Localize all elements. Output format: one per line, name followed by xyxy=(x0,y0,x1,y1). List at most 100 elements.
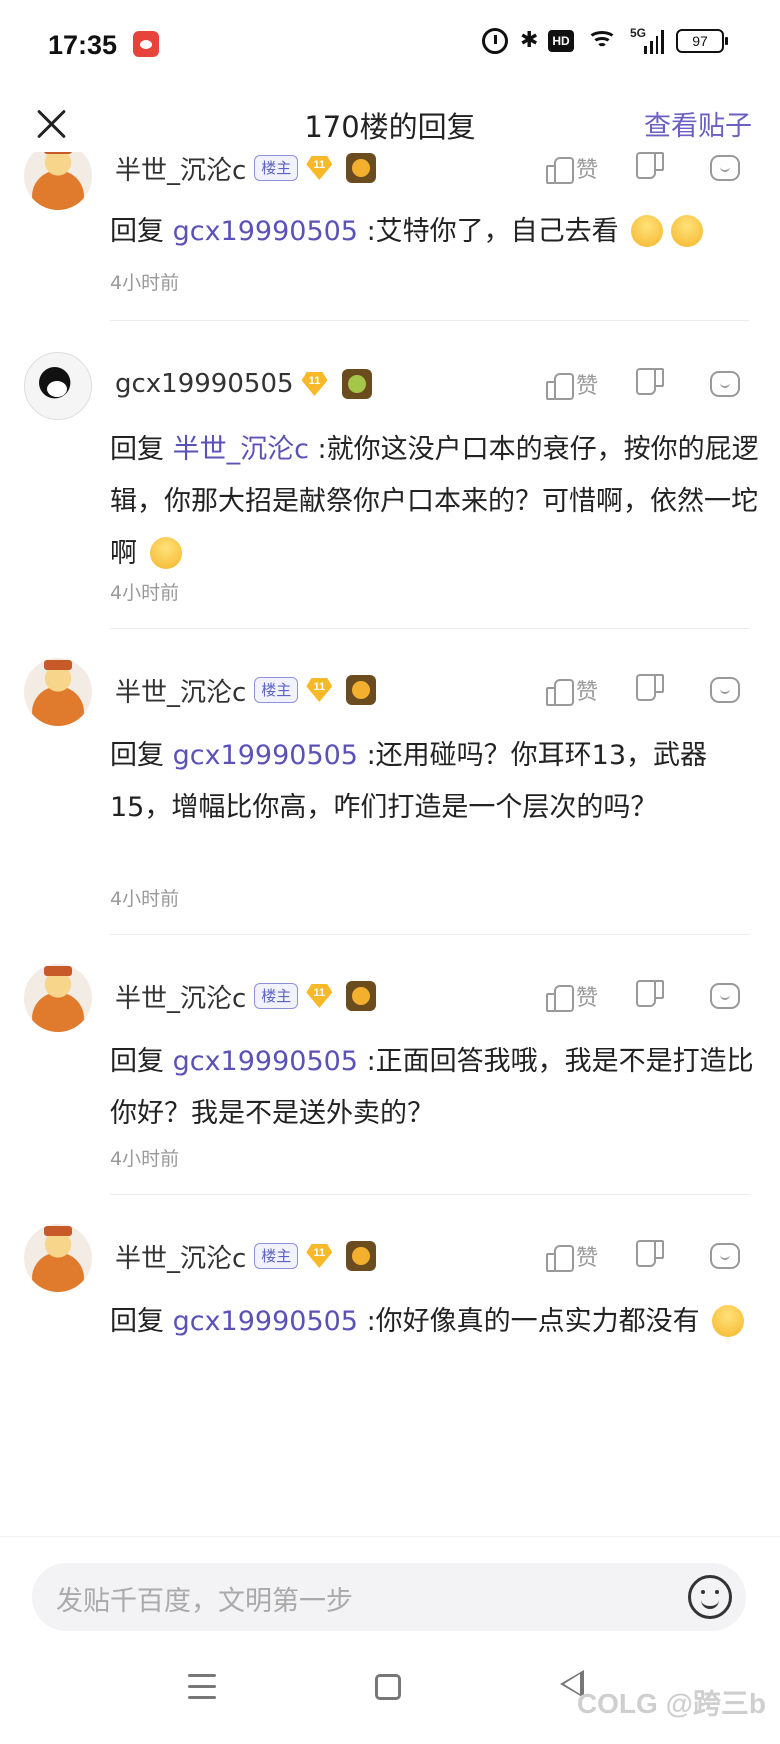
laughing-emoji-icon xyxy=(671,214,704,247)
reply-actions: 赞 xyxy=(544,670,740,710)
network-type-label: 5G xyxy=(630,26,647,40)
reply-actions: 赞 xyxy=(544,976,740,1016)
emoji-picker-icon[interactable] xyxy=(688,1575,732,1619)
reply-list[interactable]: 半世_沉沦c 楼主 11 赞 回复 gcx19990505 :艾特你了，自己去看… xyxy=(0,152,780,1536)
mention-link[interactable]: gcx19990505 xyxy=(173,1306,358,1337)
mention-link[interactable]: gcx19990505 xyxy=(173,216,358,247)
reply-time: 4小时前 xyxy=(110,1148,180,1170)
level-number: 11 xyxy=(313,1247,326,1259)
thumb-down-icon[interactable] xyxy=(638,676,666,704)
status-bar: 17:35 ✱ HD 5G 97 xyxy=(0,0,780,92)
username[interactable]: 半世_沉沦c xyxy=(115,672,246,709)
thumb-up-icon xyxy=(544,982,574,1012)
reply-prefix: 回复 xyxy=(110,216,173,247)
like-label: 赞 xyxy=(575,1246,598,1271)
user-info: 半世_沉沦c 楼主 11 xyxy=(115,152,377,188)
thumb-down-icon[interactable] xyxy=(638,154,666,182)
like-button[interactable]: 赞 xyxy=(544,980,598,1012)
medal-icon xyxy=(341,369,372,399)
like-button[interactable]: 赞 xyxy=(544,1240,598,1272)
menu-icon[interactable] xyxy=(188,1674,216,1700)
reply-prefix: 回复 xyxy=(110,1046,173,1077)
level-badge-icon: 11 xyxy=(306,1244,332,1268)
medal-icon xyxy=(346,981,377,1011)
comment-icon[interactable] xyxy=(710,371,740,397)
username[interactable]: 半世_沉沦c xyxy=(115,978,246,1015)
avatar[interactable] xyxy=(24,1224,92,1292)
avatar[interactable] xyxy=(24,152,92,210)
owner-badge: 楼主 xyxy=(254,1243,299,1269)
username[interactable]: gcx19990505 xyxy=(115,369,294,399)
reply-actions: 赞 xyxy=(544,364,740,404)
level-badge-icon: 11 xyxy=(302,372,328,396)
reply-time: 4小时前 xyxy=(110,582,180,604)
laughing-emoji-icon xyxy=(149,536,182,569)
bluetooth-icon: ✱ xyxy=(520,28,539,53)
reply-content[interactable]: 回复 gcx19990505 :你好像真的一点实力都没有 xyxy=(110,1296,760,1348)
username[interactable]: 半世_沉沦c xyxy=(115,1238,246,1275)
laughing-emoji-icon xyxy=(631,214,664,247)
comment-icon[interactable] xyxy=(710,983,740,1009)
comment-icon[interactable] xyxy=(710,155,740,181)
divider xyxy=(110,320,750,321)
close-icon[interactable] xyxy=(32,104,72,144)
like-button[interactable]: 赞 xyxy=(544,368,598,400)
home-icon[interactable] xyxy=(375,1674,401,1700)
level-number: 11 xyxy=(313,987,326,999)
reply-content[interactable]: 回复 gcx19990505 :艾特你了，自己去看 xyxy=(110,206,760,258)
thumb-down-icon[interactable] xyxy=(638,982,666,1010)
battery-icon: 97 xyxy=(676,29,728,53)
reply-prefix: 回复 xyxy=(110,1306,173,1337)
thumb-up-icon xyxy=(544,1242,574,1272)
reply-time: 4小时前 xyxy=(110,888,180,910)
reply-input[interactable]: 发贴千百度，文明第一步 xyxy=(32,1563,746,1631)
thumb-down-icon[interactable] xyxy=(638,1242,666,1270)
reply-prefix: 回复 xyxy=(110,740,173,771)
medal-icon xyxy=(346,675,377,705)
reply-text: :艾特你了，自己去看 xyxy=(357,216,628,247)
alarm-icon xyxy=(482,28,508,54)
owner-badge: 楼主 xyxy=(254,983,299,1009)
status-time: 17:35 xyxy=(48,30,118,60)
avatar[interactable] xyxy=(24,352,92,420)
like-label: 赞 xyxy=(575,374,598,399)
comment-icon[interactable] xyxy=(710,677,740,703)
avatar[interactable] xyxy=(24,964,92,1032)
user-info: 半世_沉沦c 楼主 11 xyxy=(115,670,377,710)
thumb-up-icon xyxy=(544,370,574,400)
avatar[interactable] xyxy=(24,658,92,726)
divider xyxy=(110,934,750,935)
divider xyxy=(110,1194,750,1195)
level-number: 11 xyxy=(313,159,326,171)
reply-time: 4小时前 xyxy=(110,272,180,294)
reply-content[interactable]: 回复 gcx19990505 :正面回答我哦，我是不是打造比你好？我是不是送外卖… xyxy=(110,1036,760,1140)
level-number: 11 xyxy=(308,375,321,387)
mention-link[interactable]: 半世_沉沦c xyxy=(173,434,309,465)
watermark: COLG @跨三b xyxy=(576,1688,766,1719)
medal-icon xyxy=(346,153,377,183)
wifi-icon xyxy=(586,29,618,53)
cellular-signal-icon: 5G xyxy=(630,26,664,54)
user-info: 半世_沉沦c 楼主 11 xyxy=(115,976,377,1016)
level-badge-icon: 11 xyxy=(306,678,332,702)
reply-actions: 赞 xyxy=(544,152,740,188)
reply-content[interactable]: 回复 gcx19990505 :还用碰吗？你耳环13，武器15，增幅比你高，咋们… xyxy=(110,730,760,834)
like-button[interactable]: 赞 xyxy=(544,152,598,184)
username[interactable]: 半世_沉沦c xyxy=(115,152,246,187)
mention-link[interactable]: gcx19990505 xyxy=(173,1046,358,1077)
user-info: 半世_沉沦c 楼主 11 xyxy=(115,1236,377,1276)
view-post-link[interactable]: 查看贴子 xyxy=(644,104,752,143)
system-nav-bar: COLG @跨三b xyxy=(0,1646,780,1744)
reply-text: :你好像真的一点实力都没有 xyxy=(357,1306,709,1337)
like-label: 赞 xyxy=(575,158,598,183)
like-label: 赞 xyxy=(575,680,598,705)
thumb-down-icon[interactable] xyxy=(638,370,666,398)
mention-link[interactable]: gcx19990505 xyxy=(173,740,358,771)
comment-icon[interactable] xyxy=(710,1243,740,1269)
divider xyxy=(110,628,750,629)
owner-badge: 楼主 xyxy=(254,677,299,703)
hd-icon: HD xyxy=(548,30,574,52)
reply-content[interactable]: 回复 半世_沉沦c :就你这没户口本的衰仔，按你的屁逻辑，你那大招是献祭你户口本… xyxy=(110,424,760,580)
thinking-emoji-icon xyxy=(712,1304,745,1337)
like-button[interactable]: 赞 xyxy=(544,674,598,706)
